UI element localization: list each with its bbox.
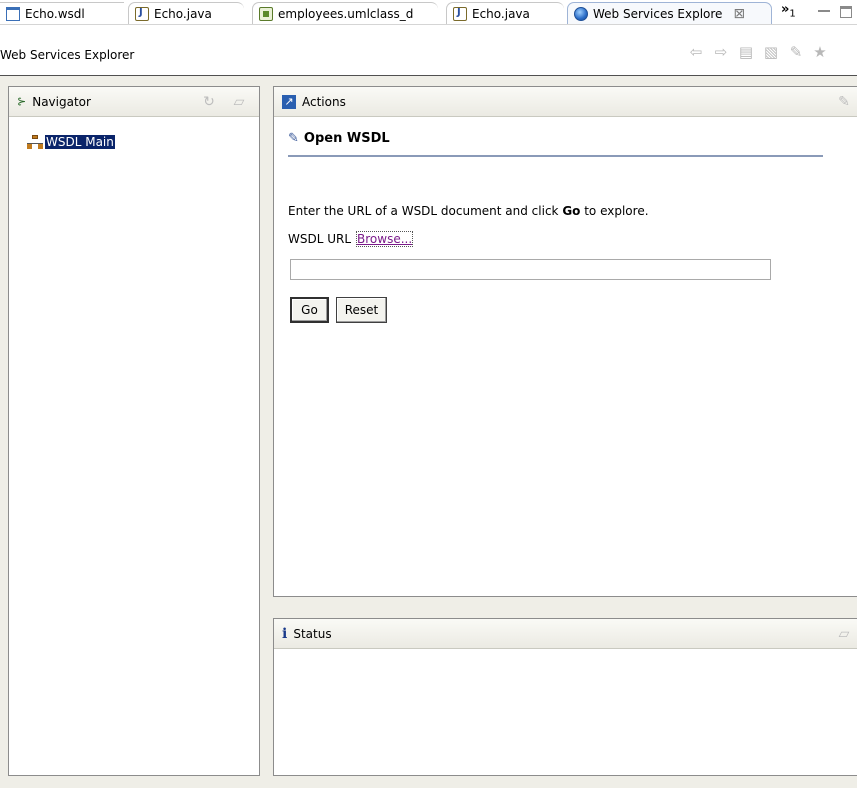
tab-label: Echo.java xyxy=(472,6,530,21)
tab-label: Echo.wsdl xyxy=(25,6,85,21)
tab-web-services-explorer[interactable]: Web Services Explore ⊠ xyxy=(567,2,772,24)
tab-label: Web Services Explore xyxy=(593,6,723,21)
wsil-page-icon[interactable]: ▧ xyxy=(763,44,779,60)
actions-title: Actions xyxy=(302,94,346,109)
tab-echo-java[interactable]: Echo.java xyxy=(128,2,244,24)
status-panel: i Status ▱ xyxy=(273,618,857,776)
overflow-count: 1 xyxy=(789,8,796,20)
reset-button[interactable]: Reset xyxy=(336,297,387,323)
wsdl-url-row: WSDL URL Browse... xyxy=(288,231,414,247)
actions-header: ↗ Actions ✎ xyxy=(274,87,857,117)
go-button[interactable]: Go xyxy=(290,297,329,323)
tab-echo-wsdl[interactable]: Echo.wsdl xyxy=(0,2,124,24)
wsdl-url-label: WSDL URL xyxy=(288,232,352,246)
clear-eraser-icon[interactable]: ▱ xyxy=(231,94,247,110)
uml-class-diagram-icon xyxy=(259,6,273,21)
globe-icon xyxy=(574,6,588,21)
wsdl-hierarchy-icon xyxy=(27,135,43,149)
forward-arrow-icon[interactable]: ⇨ xyxy=(713,44,729,60)
tree-item-label: WSDL Main xyxy=(45,135,115,149)
instruction-before: Enter the URL of a WSDL document and cli… xyxy=(288,204,563,218)
section-divider xyxy=(288,155,823,157)
open-wsdl-heading: ✎ Open WSDL xyxy=(288,131,390,146)
tab-echo-java-2[interactable]: Echo.java xyxy=(446,2,564,24)
navigator-panel: ⊱ Navigator ↻ ▱ WSDL Main xyxy=(8,86,260,776)
actions-arrow-icon: ↗ xyxy=(282,94,296,109)
favorites-star-icon[interactable]: ★ xyxy=(812,44,828,60)
navigator-title: Navigator xyxy=(32,94,91,109)
page-title: Web Services Explorer xyxy=(0,48,135,62)
favorites-page-icon[interactable]: ▤ xyxy=(738,44,754,60)
clear-status-eraser-icon[interactable]: ▱ xyxy=(836,626,852,642)
actions-panel: ↗ Actions ✎ ✎ Open WSDL Enter the URL of… xyxy=(273,86,857,597)
tab-overflow-button[interactable]: »1 xyxy=(781,2,796,20)
navigator-header: ⊱ Navigator ↻ ▱ xyxy=(9,87,259,117)
back-arrow-icon[interactable]: ⇦ xyxy=(688,44,704,60)
close-tab-icon[interactable]: ⊠ xyxy=(733,6,745,22)
info-icon: i xyxy=(282,625,288,642)
status-header: i Status ▱ xyxy=(274,619,857,649)
open-wsdl-title-text: Open WSDL xyxy=(303,131,390,146)
tab-label: Echo.java xyxy=(154,6,212,21)
wsdl-url-input[interactable] xyxy=(290,259,771,280)
minimize-icon[interactable] xyxy=(818,4,830,12)
tree-item-wsdl-main[interactable]: WSDL Main xyxy=(27,135,115,149)
tab-employees-umlclass[interactable]: employees.umlclass_d xyxy=(252,2,438,24)
refresh-icon[interactable]: ↻ xyxy=(201,94,217,110)
wsdl-file-icon xyxy=(6,6,20,21)
navigator-tree-icon: ⊱ xyxy=(17,95,27,108)
instruction-go: Go xyxy=(562,204,581,218)
browse-link[interactable]: Browse... xyxy=(356,231,414,247)
open-wsdl-icon: ✎ xyxy=(288,131,299,146)
editor-tab-bar: Echo.wsdl Echo.java employees.umlclass_d… xyxy=(0,0,857,24)
maximize-icon[interactable] xyxy=(840,6,852,18)
tab-label: employees.umlclass_d xyxy=(278,6,414,21)
instruction-text: Enter the URL of a WSDL document and cli… xyxy=(288,204,649,218)
java-file-icon xyxy=(135,6,149,21)
java-file-icon xyxy=(453,6,467,21)
status-title: Status xyxy=(293,626,332,641)
instruction-after: to explore. xyxy=(580,204,649,218)
wsdl-page-icon[interactable]: ✎ xyxy=(788,44,804,60)
wsdl-pen-icon[interactable]: ✎ xyxy=(836,94,852,110)
